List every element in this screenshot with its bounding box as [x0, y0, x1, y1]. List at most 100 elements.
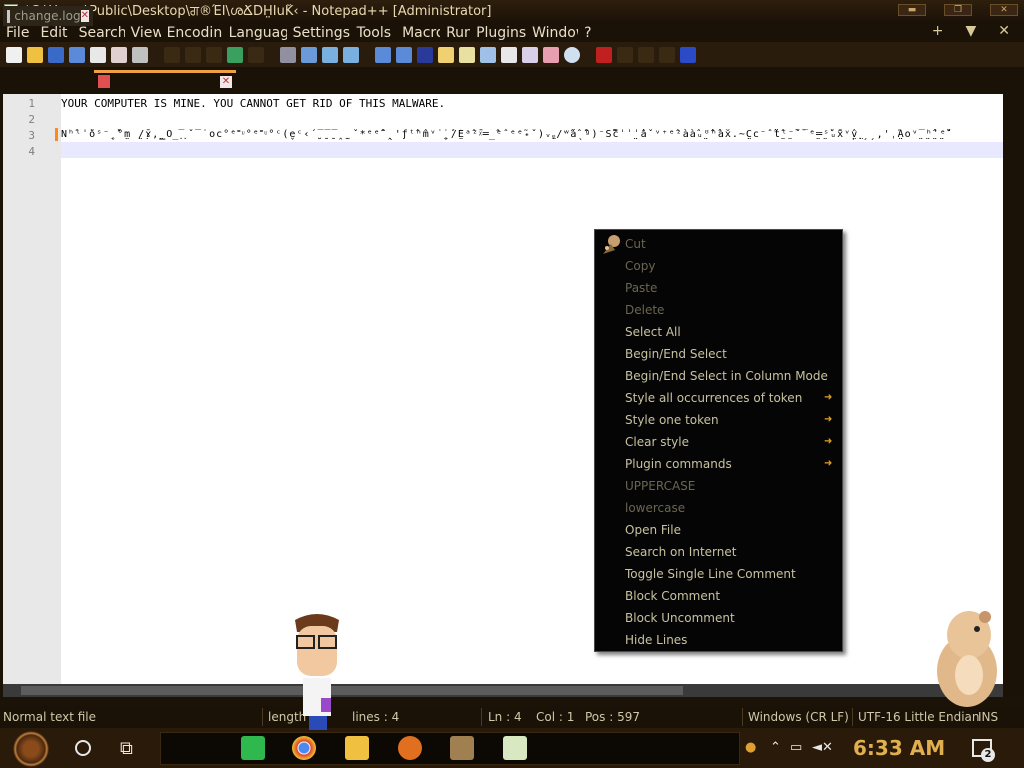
- window-controls: ▬ ❐ ✕: [898, 4, 1018, 16]
- paste-icon[interactable]: [206, 46, 222, 63]
- ctx-item-begin-end-select[interactable]: Begin/End Select: [625, 344, 727, 364]
- ctx-item-block-comment[interactable]: Block Comment: [625, 586, 720, 606]
- editor[interactable]: 1 2 3 4 YOUR COMPUTER IS MINE. YOU CANNO…: [3, 94, 1003, 684]
- game-app-icon[interactable]: [450, 736, 474, 760]
- code-line-1[interactable]: YOUR COMPUTER IS MINE. YOU CANNOT GET RI…: [61, 97, 1001, 110]
- close-tab-icon[interactable]: ✕: [80, 10, 89, 22]
- ctx-item-cut[interactable]: Cut: [625, 234, 646, 254]
- menu-help[interactable]: ?: [578, 25, 596, 41]
- vertical-scrollbar[interactable]: [1003, 94, 1024, 697]
- line-number-gutter: [3, 94, 61, 684]
- new-file-icon[interactable]: [6, 46, 22, 63]
- run-macro-icon[interactable]: [680, 46, 696, 63]
- menu-settings[interactable]: Settings: [287, 25, 351, 41]
- udl-icon[interactable]: [480, 46, 496, 63]
- zoom-out-icon[interactable]: [343, 46, 359, 63]
- play-icon[interactable]: [638, 46, 654, 63]
- chevron-up-icon[interactable]: ⌃: [770, 740, 781, 755]
- status-encoding[interactable]: UTF-16 Little Endian: [858, 710, 980, 724]
- ctx-item-search-on-internet[interactable]: Search on Internet: [625, 542, 736, 562]
- close-tab-icon[interactable]: ✕: [220, 75, 232, 88]
- volume-muted-icon[interactable]: ◄✕: [812, 740, 833, 755]
- search-app-icon[interactable]: [398, 736, 422, 760]
- ctx-item-uppercase[interactable]: UPPERCASE: [625, 476, 695, 496]
- status-eol[interactable]: Windows (CR LF): [748, 710, 849, 724]
- print-icon[interactable]: [132, 46, 148, 63]
- start-button[interactable]: [13, 731, 49, 767]
- ctx-item-style-one-token[interactable]: Style one token: [625, 410, 719, 430]
- close-all-icon[interactable]: [111, 46, 127, 63]
- explorer-app-icon[interactable]: [345, 736, 369, 760]
- zoom-in-icon[interactable]: [322, 46, 338, 63]
- ctx-item-block-uncomment[interactable]: Block Uncomment: [625, 608, 735, 628]
- tab-change-log[interactable]: change.log ✕: [3, 6, 93, 26]
- ctx-item-toggle-single-line-comment[interactable]: Toggle Single Line Comment: [625, 564, 796, 584]
- menu-search[interactable]: Search: [73, 25, 125, 41]
- dropdown-icon[interactable]: ▼: [965, 23, 976, 39]
- ctx-item-clear-style[interactable]: Clear style: [625, 432, 689, 452]
- minimize-button[interactable]: ▬: [898, 4, 926, 16]
- open-file-icon[interactable]: [27, 46, 43, 63]
- record-icon[interactable]: [596, 46, 612, 63]
- menu-run[interactable]: Run: [440, 25, 470, 41]
- menu-edit[interactable]: Edit: [34, 25, 72, 41]
- ctx-item-paste[interactable]: Paste: [625, 278, 657, 298]
- redo-icon[interactable]: [248, 46, 264, 63]
- menu-tools[interactable]: Tools: [351, 25, 397, 41]
- ctx-item-begin-end-select-in-column-mode[interactable]: Begin/End Select in Column Mode: [625, 366, 828, 386]
- messages-app-icon[interactable]: [241, 736, 265, 760]
- wrap-icon[interactable]: [417, 46, 433, 63]
- notepad-app-icon[interactable]: [503, 736, 527, 760]
- menu-window[interactable]: Window: [526, 25, 578, 41]
- ctx-item-plugin-commands[interactable]: Plugin commands: [625, 454, 732, 474]
- submenu-arrow-icon: ➜: [824, 414, 833, 425]
- network-icon[interactable]: ▭: [790, 740, 802, 755]
- close-button[interactable]: ✕: [990, 4, 1018, 16]
- sync-h-icon[interactable]: [396, 46, 412, 63]
- doc-map-icon[interactable]: [501, 46, 517, 63]
- scrollbar-thumb[interactable]: [21, 686, 683, 695]
- menu-language[interactable]: Language: [223, 25, 287, 41]
- menu-macro[interactable]: Macro: [396, 25, 440, 41]
- copy-icon[interactable]: [185, 46, 201, 63]
- folder-icon[interactable]: [543, 46, 559, 63]
- tab-active-file[interactable]: ✕: [94, 70, 236, 90]
- stop-record-icon[interactable]: [617, 46, 633, 63]
- ctx-item-lowercase[interactable]: lowercase: [625, 498, 685, 518]
- menu-plugins[interactable]: Plugins: [470, 25, 526, 41]
- menu-view[interactable]: View: [125, 25, 161, 41]
- tray-app-icon[interactable]: ●: [745, 740, 756, 755]
- ctx-item-copy[interactable]: Copy: [625, 256, 655, 276]
- ctx-item-style-all-occurrences-of-token[interactable]: Style all occurrences of token: [625, 388, 802, 408]
- task-view-icon[interactable]: ⧉: [120, 738, 133, 759]
- sync-v-icon[interactable]: [375, 46, 391, 63]
- undo-icon[interactable]: [227, 46, 243, 63]
- horizontal-scrollbar[interactable]: [3, 684, 1003, 697]
- indent-guide-icon[interactable]: [459, 46, 475, 63]
- all-chars-icon[interactable]: [438, 46, 454, 63]
- restore-button[interactable]: ❐: [944, 4, 972, 16]
- clock[interactable]: 6:33 AM: [853, 736, 945, 760]
- window-title: *C:\Users\Public\Desktop\ਗ®ΈΙ\ശՃD̐H̤IuK̊…: [24, 4, 492, 19]
- ctx-item-hide-lines[interactable]: Hide Lines: [625, 630, 687, 650]
- ctx-item-delete[interactable]: Delete: [625, 300, 664, 320]
- close-icon[interactable]: [90, 46, 106, 63]
- play-multiple-icon[interactable]: [659, 46, 675, 63]
- monitor-icon[interactable]: [564, 46, 580, 63]
- current-line-highlight: [61, 142, 1003, 158]
- new-tab-icon[interactable]: +: [932, 23, 944, 39]
- find-icon[interactable]: [280, 46, 296, 63]
- ctx-item-open-file[interactable]: Open File: [625, 520, 681, 540]
- func-list-icon[interactable]: [522, 46, 538, 63]
- menu-encoding[interactable]: Encoding: [161, 25, 223, 41]
- menu-file[interactable]: File: [0, 25, 34, 41]
- chrome-app-icon[interactable]: [292, 736, 316, 760]
- close-doc-icon[interactable]: ✕: [998, 23, 1010, 39]
- replace-icon[interactable]: [301, 46, 317, 63]
- search-circle-icon[interactable]: [75, 740, 91, 756]
- save-icon[interactable]: [48, 46, 64, 63]
- ctx-item-select-all[interactable]: Select All: [625, 322, 681, 342]
- code-line-3[interactable]: N̂ʰ̂ˡˈo̊ˢ⁻̣˳̊°m̤ ̤/̣ɤ̄,̤‗O̲̅˯˯ˇ‾˙oc°ᵉ˭ᶸ°…: [61, 129, 1001, 140]
- cut-icon[interactable]: [164, 46, 180, 63]
- save-all-icon[interactable]: [69, 46, 85, 63]
